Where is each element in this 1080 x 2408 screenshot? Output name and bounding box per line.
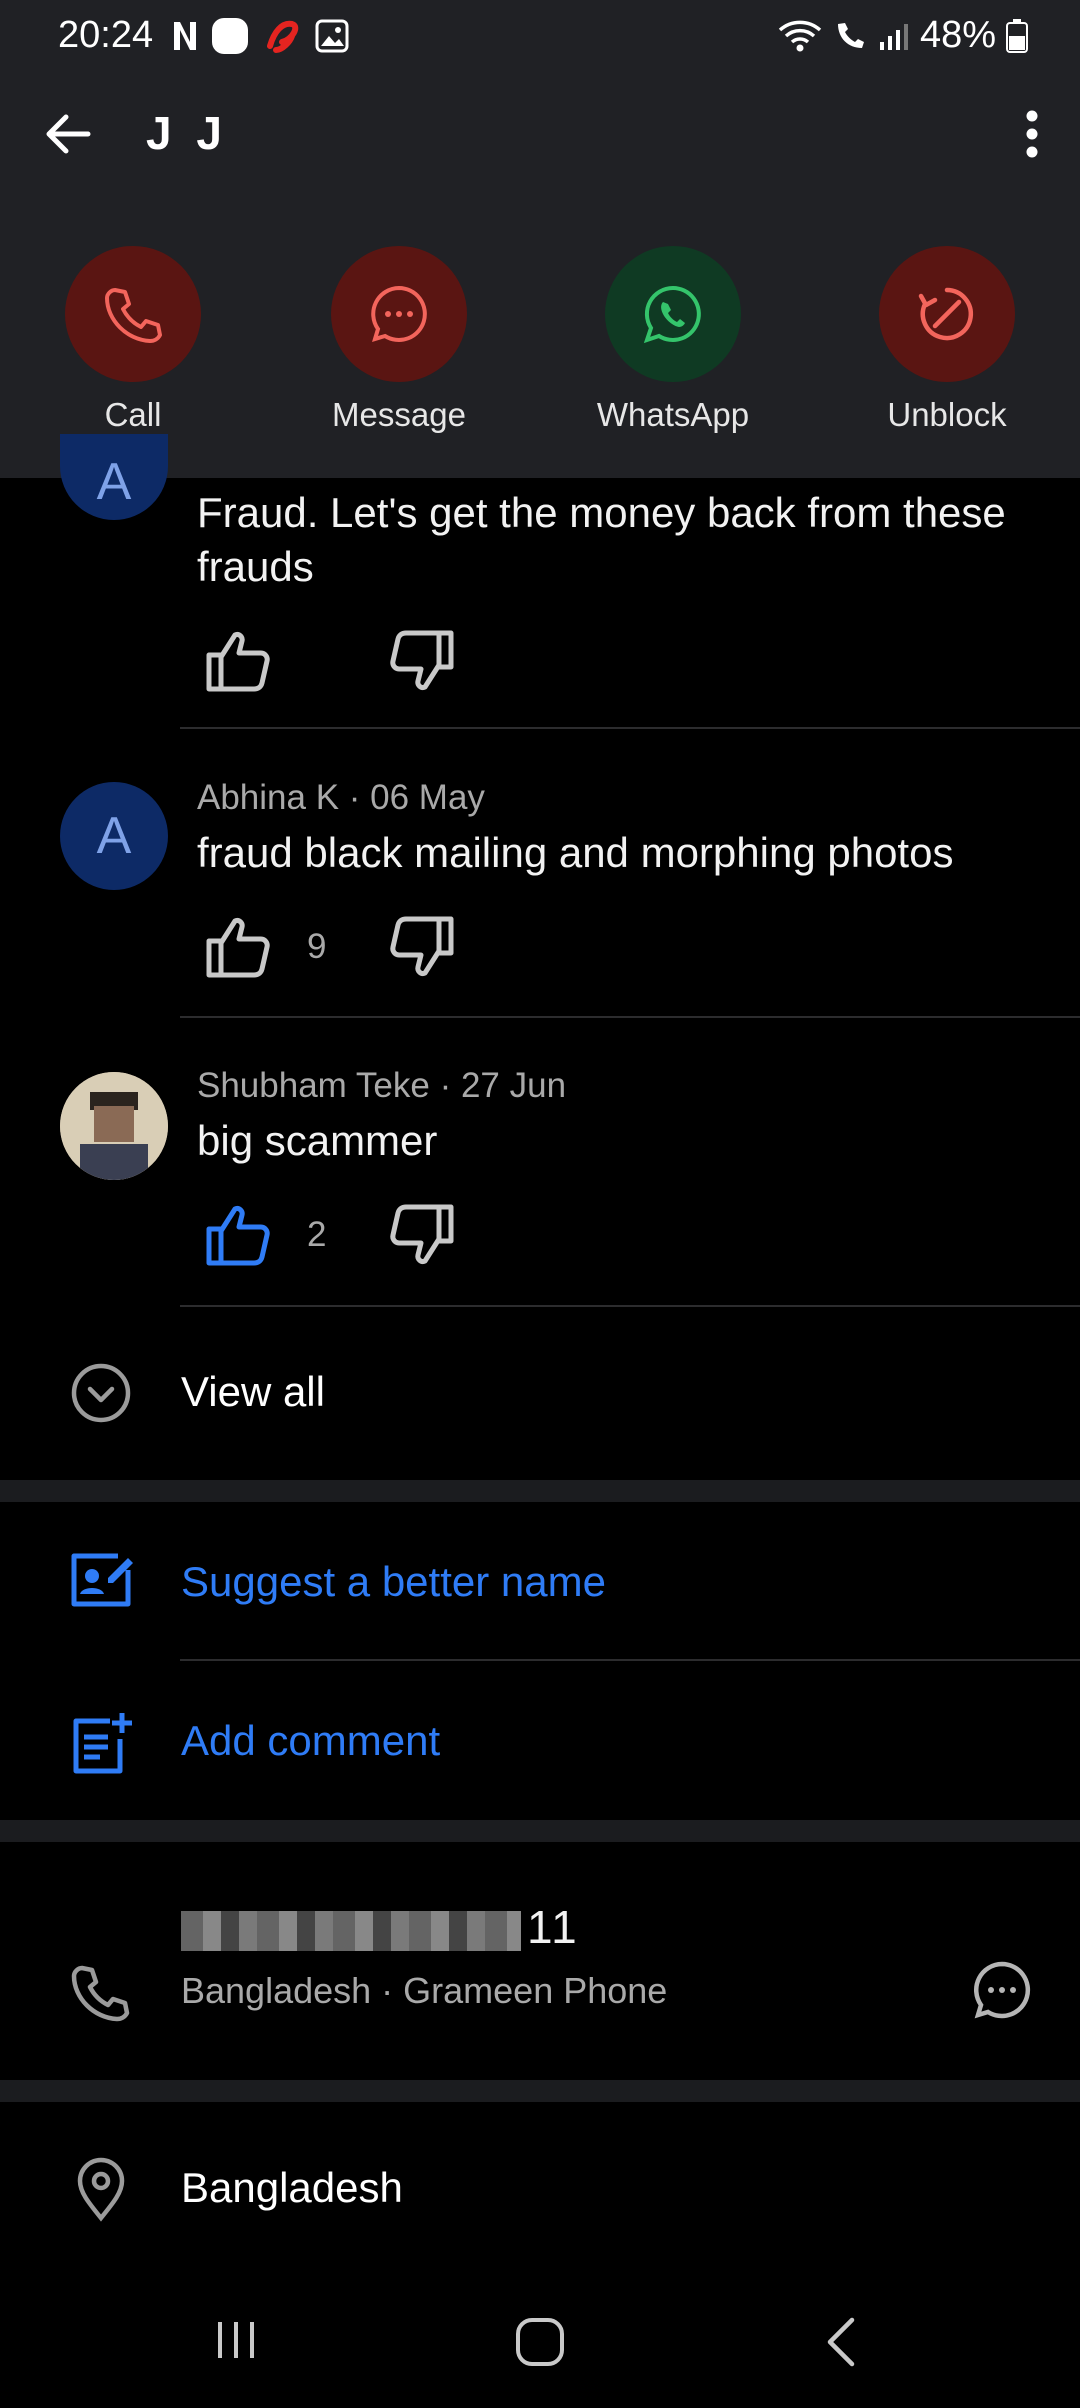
comment-meta: Abhina K · 06 May — [197, 778, 485, 817]
unblock-label: Unblock — [887, 396, 1007, 433]
like-count: 9 — [307, 927, 327, 966]
gallery-notification-icon — [315, 19, 349, 53]
call-button[interactable]: Call — [33, 246, 233, 434]
unblock-circle[interactable] — [879, 246, 1015, 382]
contact-name: J J — [146, 107, 228, 159]
divider — [180, 727, 1080, 729]
view-all-label: View all — [181, 1368, 325, 1415]
battery-percent: 48% — [919, 14, 996, 56]
avatar: A — [60, 434, 168, 520]
vote-controls: 9 — [205, 912, 455, 982]
chat-bubble-icon — [371, 285, 427, 342]
location-country: Bangladesh — [181, 2164, 403, 2211]
expand-circle-icon — [71, 1363, 131, 1423]
divider — [180, 1016, 1080, 1018]
profile-photo — [60, 1072, 168, 1180]
comment-meta: Shubham Teke · 27 Jun — [197, 1066, 567, 1105]
redacted-digits — [181, 1910, 521, 1951]
whatsapp-label: WhatsApp — [596, 396, 750, 433]
thumbs-down-icon[interactable] — [387, 629, 455, 693]
back-icon[interactable] — [818, 2314, 866, 2370]
airtel-notification-icon — [267, 20, 299, 53]
back-arrow-icon[interactable] — [38, 104, 98, 164]
thumbs-up-icon[interactable] — [205, 629, 273, 693]
thumbs-up-icon[interactable] — [205, 915, 273, 979]
unblock-button[interactable]: Unblock — [847, 246, 1047, 434]
divider — [180, 1305, 1080, 1307]
unblock-icon — [918, 287, 974, 341]
phone-number-row[interactable] — [0, 1842, 1080, 2082]
signal-icon — [879, 23, 908, 50]
comment-text: big scammer — [197, 1117, 438, 1164]
suggest-name-label: Suggest a better name — [181, 1558, 606, 1605]
recent-apps-icon[interactable] — [212, 2316, 260, 2364]
whatsapp-button[interactable]: WhatsApp — [573, 246, 773, 434]
section-divider — [0, 2080, 1080, 2102]
wifi-calling-icon — [837, 22, 864, 48]
vote-controls — [205, 626, 455, 696]
whatsapp-circle[interactable] — [605, 246, 741, 382]
more-options-icon[interactable] — [1012, 104, 1052, 164]
notification-icons — [172, 16, 350, 56]
phone-number-suffix: 11 — [527, 1901, 579, 1953]
avatar: A — [60, 782, 168, 890]
status-time: 20:24 — [58, 14, 154, 56]
view-all-row[interactable]: View all — [0, 1310, 1080, 1470]
dot-notification-icon — [212, 18, 248, 54]
section-divider — [0, 1820, 1080, 1842]
battery-icon — [1006, 18, 1028, 53]
call-label: Call — [104, 396, 162, 433]
location-row: Bangladesh — [0, 2102, 1080, 2272]
suggest-name-row[interactable]: Suggest a better name — [0, 1502, 1080, 1660]
call-circle[interactable] — [65, 246, 201, 382]
message-button[interactable]: Message — [299, 246, 499, 434]
netflix-notification-icon — [174, 22, 196, 50]
navigation-bar — [0, 2272, 1080, 2408]
thumbs-up-icon[interactable] — [205, 1203, 273, 1267]
wifi-icon — [778, 20, 822, 51]
phone-icon — [71, 1965, 130, 2022]
message-label: Message — [332, 396, 466, 433]
vote-controls: 2 — [205, 1200, 455, 1270]
add-note-icon — [73, 1713, 132, 1774]
edit-contact-icon — [71, 1553, 133, 1607]
add-comment-label: Add comment — [181, 1717, 441, 1764]
phone-number: 11 — [181, 1900, 579, 1954]
action-buttons: Call Message WhatsApp Unblock — [0, 246, 1080, 446]
whatsapp-icon — [643, 285, 701, 344]
like-count: 2 — [307, 1215, 327, 1254]
comment-text: Fraud. Let's get the money back from the… — [197, 489, 1006, 590]
thumbs-down-icon[interactable] — [387, 1203, 455, 1267]
status-bar: 20:24 48% — [0, 0, 1080, 74]
home-icon[interactable] — [512, 2314, 568, 2370]
message-circle[interactable] — [331, 246, 467, 382]
thumbs-down-icon[interactable] — [387, 915, 455, 979]
add-comment-row[interactable]: Add comment — [0, 1661, 1080, 1821]
phone-icon — [105, 288, 162, 343]
system-status: 48% — [778, 14, 1028, 57]
phone-carrier: Bangladesh · Grameen Phone — [181, 1970, 668, 2011]
location-pin-icon — [77, 2157, 125, 2222]
avatar — [60, 1072, 168, 1180]
section-divider — [0, 1480, 1080, 1502]
message-number-icon[interactable] — [970, 1958, 1034, 2022]
comment-text: fraud black mailing and morphing photos — [197, 829, 954, 876]
contact-header: J J Call Message WhatsApp Unblock — [0, 74, 1080, 478]
